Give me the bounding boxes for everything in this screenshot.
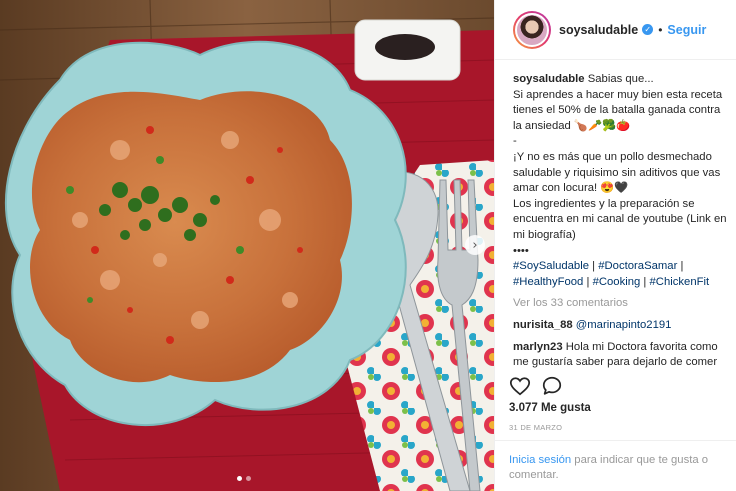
carousel-dot — [246, 476, 251, 481]
post-header: soysaludable ✓ • Seguir — [495, 0, 736, 60]
hashtag-link[interactable]: #ChickenFit — [650, 276, 710, 288]
caption-line: Sabias que... — [587, 73, 654, 85]
hashtag-link[interactable]: #SoySaludable — [513, 260, 589, 272]
comment-username[interactable]: marlyn23 — [513, 341, 563, 353]
carousel-dot — [237, 476, 242, 481]
comment-item: nurisita_88 @marinapinto2191 — [513, 318, 727, 334]
food-photo-illustration — [0, 0, 494, 491]
caption-username[interactable]: soysaludable — [513, 73, 585, 85]
caption-line: Si aprendes a hacer muy bien esta receta… — [513, 88, 726, 132]
caption: soysaludable Sabias que... Si aprendes a… — [513, 72, 727, 290]
post-date[interactable]: 31 DE MARZO — [509, 423, 562, 432]
login-link[interactable]: Inicia sesión — [509, 454, 571, 466]
speech-bubble-icon[interactable] — [541, 375, 563, 397]
comments-area: soysaludable Sabias que... Si aprendes a… — [513, 72, 727, 371]
hashtag-link[interactable]: #HealthyFood — [513, 276, 583, 288]
comment-mention[interactable]: @marinapinto2191 — [576, 319, 672, 331]
caption-line: Los ingredientes y la preparación se enc… — [513, 197, 730, 241]
post-photo[interactable]: › — [0, 0, 494, 491]
chevron-right-icon[interactable]: › — [465, 235, 485, 255]
avatar-photo — [515, 12, 549, 47]
heart-icon[interactable] — [509, 375, 531, 397]
hashtags: #SoySaludable | #DoctoraSamar | #Healthy… — [513, 260, 710, 288]
follow-button[interactable]: Seguir — [667, 23, 706, 37]
like-count[interactable]: 3.077 Me gusta — [509, 402, 591, 414]
post-side-panel: soysaludable ✓ • Seguir soysaludable Sab… — [494, 0, 736, 491]
view-all-comments-link[interactable]: Ver los 33 comentarios — [513, 296, 727, 312]
caption-line: - — [513, 135, 517, 148]
header-username[interactable]: soysaludable — [559, 23, 638, 37]
comment-item: marlyn23 Hola mi Doctora favorita como m… — [513, 340, 727, 371]
hashtag-link[interactable]: #Cooking — [593, 276, 641, 288]
action-bar — [509, 375, 563, 397]
login-prompt: Inicia sesión para indicar que te gusta … — [495, 440, 736, 491]
hashtag-link[interactable]: #DoctoraSamar — [598, 260, 677, 272]
caption-line: •••• — [513, 244, 529, 257]
header-separator: • — [658, 22, 663, 37]
avatar[interactable] — [513, 10, 551, 49]
caption-line: ¡Y no es más que un pollo desmechado sal… — [513, 150, 724, 195]
carousel-dots — [237, 476, 251, 481]
verified-badge-icon: ✓ — [642, 24, 654, 35]
comment-username[interactable]: nurisita_88 — [513, 319, 573, 331]
instagram-post-modal: › soysaludable ✓ • Seguir soysaludable S… — [0, 0, 736, 491]
